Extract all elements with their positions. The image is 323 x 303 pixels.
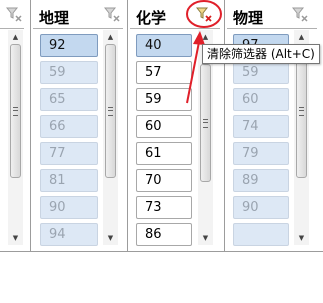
tooltip: 清除筛选器 (Alt+C) (202, 44, 320, 64)
annotation-overlay (186, 0, 222, 104)
slicer-area: ▲ ▼ 地理 92 59 65 66 77 81 90 94 ▲ ▼ 化学 40… (0, 0, 323, 252)
red-arrow-head (193, 31, 205, 45)
red-arrow (186, 41, 200, 104)
red-circle (186, 0, 222, 28)
